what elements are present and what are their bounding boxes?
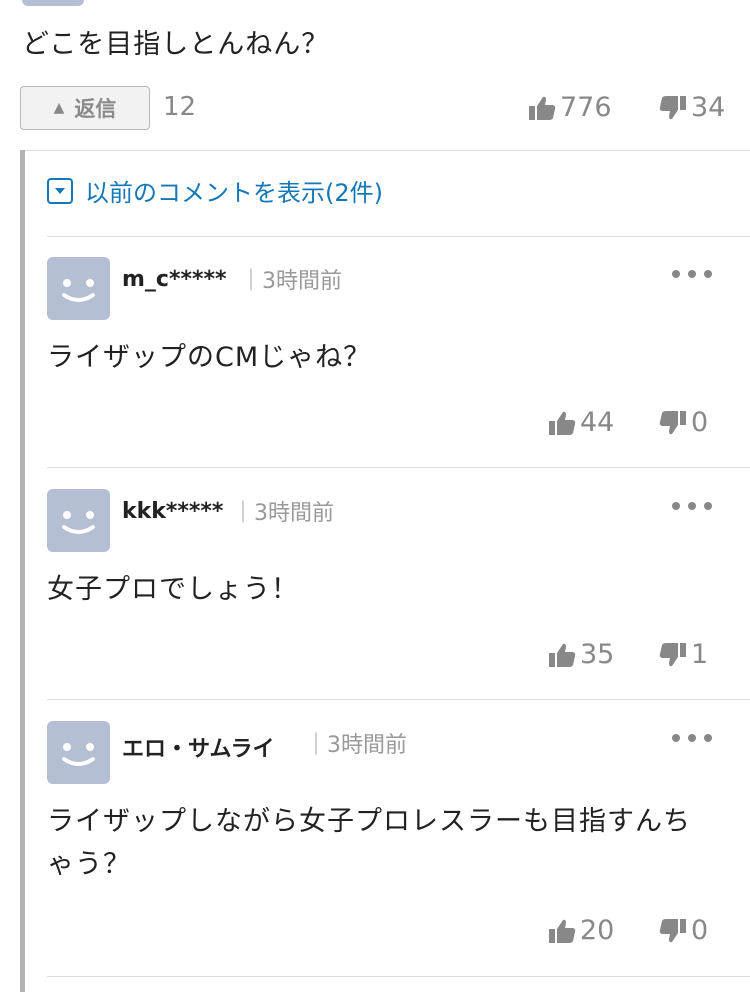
- dislike-button[interactable]: 0: [659, 407, 708, 438]
- like-count: 20: [580, 915, 615, 946]
- show-previous-comments-link[interactable]: 以前のコメントを表示(2件): [47, 173, 383, 208]
- like-count: 776: [560, 92, 612, 123]
- caret-up-icon: ▲: [53, 100, 65, 116]
- divider: [47, 467, 750, 468]
- thumbs-up-icon: [548, 642, 576, 668]
- comment-timestamp: ｜3時間前: [232, 495, 334, 527]
- meta-separator: ｜: [305, 733, 328, 758]
- avatar: [47, 721, 110, 784]
- comment-item: エロ・サムライ ｜3時間前 ライザップしながら女子プロレスラーも目指すんちゃう？…: [25, 721, 750, 976]
- chevron-down-icon: [47, 177, 73, 204]
- thumbs-up-icon: [528, 95, 556, 121]
- parent-comment-text: どこを目指しとんねん？: [22, 29, 330, 60]
- comment-timestamp: ｜3時間前: [305, 727, 407, 759]
- meta-separator: ｜: [240, 269, 263, 294]
- comment-username[interactable]: m_c*****: [122, 267, 227, 292]
- dislike-button[interactable]: 0: [659, 915, 708, 946]
- show-previous-label: 以前のコメントを表示(2件): [85, 179, 383, 207]
- more-options-icon[interactable]: [672, 733, 712, 743]
- comment-item: kkk***** ｜3時間前 女子プロでしょう！ 35 1: [25, 489, 750, 699]
- comment-item: m_c***** ｜3時間前 ライザップのCMじゃね？ 44 0: [25, 257, 750, 467]
- divider: [47, 236, 750, 237]
- like-button[interactable]: 44: [548, 407, 614, 438]
- more-options-icon[interactable]: [672, 501, 712, 511]
- dislike-button[interactable]: 1: [659, 639, 708, 670]
- thumbs-down-icon: [659, 410, 687, 436]
- comment-timestamp: ｜3時間前: [240, 263, 342, 295]
- dislike-count: 0: [691, 915, 709, 946]
- thumbs-down-icon: [659, 95, 687, 121]
- comment-username[interactable]: kkk*****: [122, 499, 223, 524]
- like-button[interactable]: 35: [548, 639, 614, 670]
- thumbs-down-icon: [659, 642, 687, 668]
- divider: [25, 150, 750, 151]
- comment-time: 3時間前: [262, 269, 343, 294]
- thumbs-up-icon: [548, 918, 576, 944]
- reply-button-label: 返信: [74, 97, 117, 121]
- comment-time: 3時間前: [254, 501, 335, 526]
- like-button[interactable]: 20: [548, 915, 614, 946]
- reply-count: 12: [163, 92, 197, 122]
- parent-like-button[interactable]: 776: [528, 92, 612, 123]
- like-count: 35: [580, 639, 615, 670]
- divider: [47, 699, 750, 700]
- more-options-icon[interactable]: [672, 269, 712, 279]
- thumbs-down-icon: [659, 918, 687, 944]
- divider: [47, 976, 750, 977]
- dislike-count: 1: [691, 639, 709, 670]
- avatar: [47, 257, 110, 320]
- comment-time: 3時間前: [327, 733, 408, 758]
- dislike-count: 0: [691, 407, 709, 438]
- like-count: 44: [580, 407, 615, 438]
- comment-text: ライザップのCMじゃね？: [47, 342, 372, 373]
- comment-text: ライザップしながら女子プロレスラーも目指すんちゃう？: [47, 806, 691, 880]
- dislike-count: 34: [691, 92, 726, 123]
- comment-username[interactable]: エロ・サムライ: [122, 731, 274, 763]
- parent-avatar: [22, 0, 84, 6]
- reply-toggle-button[interactable]: ▲ 返信: [20, 86, 150, 130]
- thumbs-up-icon: [548, 410, 576, 436]
- parent-dislike-button[interactable]: 34: [659, 92, 725, 123]
- avatar: [47, 489, 110, 552]
- meta-separator: ｜: [232, 501, 255, 526]
- comment-text: 女子プロでしょう！: [47, 574, 299, 605]
